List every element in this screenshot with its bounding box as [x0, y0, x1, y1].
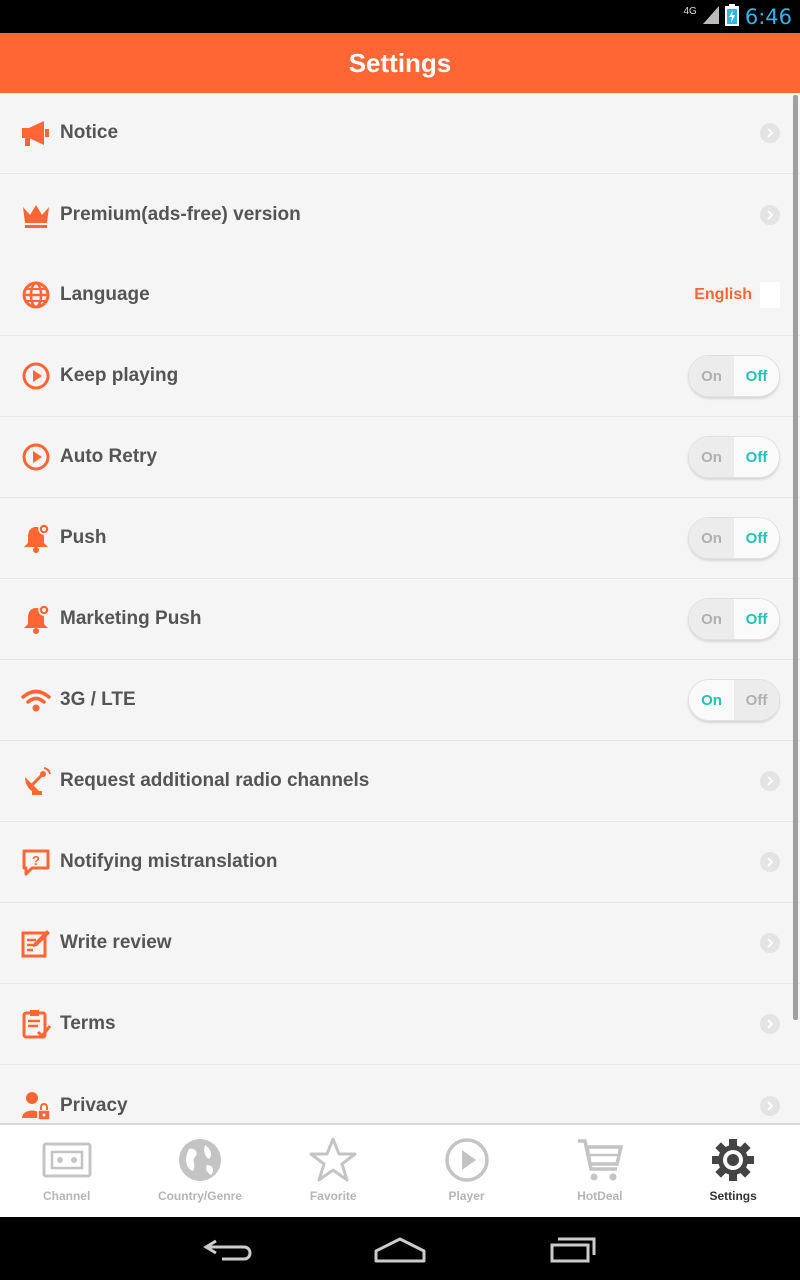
settings-item-request-channels[interactable]: Request additional radio channels	[0, 741, 800, 822]
question-bubble-icon: ?	[20, 846, 52, 878]
wifi-icon	[20, 684, 52, 716]
back-icon	[203, 1239, 252, 1261]
settings-item-notice[interactable]: Notice	[0, 93, 800, 174]
bell-gear-icon	[20, 603, 52, 635]
auto-retry-toggle[interactable]: On Off	[688, 436, 780, 478]
megaphone-icon	[20, 117, 52, 149]
battery-icon	[724, 3, 739, 31]
toggle-on-option[interactable]: On	[689, 599, 734, 639]
settings-item-label: Privacy	[60, 1094, 128, 1116]
keep-playing-toggle[interactable]: On Off	[688, 355, 780, 397]
bottom-tab-bar: Channel Country/Genre Favorite Player Ho…	[0, 1123, 800, 1217]
settings-item-label: Terms	[60, 1013, 116, 1034]
home-icon	[374, 1237, 426, 1263]
settings-item-language[interactable]: Language English	[0, 255, 800, 336]
settings-item-terms[interactable]: Terms	[0, 984, 800, 1065]
svg-text:?: ?	[32, 853, 40, 868]
tab-hotdeal[interactable]: HotDeal	[533, 1125, 666, 1217]
settings-item-label: Auto Retry	[60, 446, 158, 467]
tab-player[interactable]: Player	[400, 1125, 533, 1217]
settings-item-premium[interactable]: Premium(ads-free) version	[0, 174, 800, 255]
push-toggle[interactable]: On Off	[688, 517, 780, 559]
satellite-icon	[20, 765, 52, 797]
tab-settings[interactable]: Settings	[666, 1125, 799, 1217]
toggle-on-option[interactable]: On	[689, 518, 734, 558]
settings-item-label: Keep playing	[60, 365, 179, 386]
play-icon	[442, 1137, 492, 1183]
chevron-right-icon	[760, 204, 780, 225]
toggle-off-option[interactable]: Off	[734, 680, 779, 720]
clock: 6:46	[744, 5, 792, 29]
settings-list[interactable]: Notice Premium(ads-free) version Languag…	[0, 93, 800, 1123]
home-button[interactable]	[370, 1231, 430, 1267]
network-toggle[interactable]: On Off	[688, 679, 780, 721]
user-lock-icon	[20, 1090, 52, 1122]
tab-favorite[interactable]: Favorite	[267, 1125, 400, 1217]
settings-item-keep-playing: Keep playing On Off	[0, 336, 800, 417]
chevron-right-icon	[760, 852, 780, 872]
toggle-off-option[interactable]: Off	[734, 356, 779, 396]
scrollbar[interactable]	[793, 95, 798, 1020]
settings-item-label: Marketing Push	[60, 608, 202, 629]
toggle-off-option[interactable]: Off	[734, 599, 779, 639]
toggle-off-option[interactable]: Off	[734, 437, 779, 477]
settings-item-marketing-push: Marketing Push On Off	[0, 579, 800, 660]
language-value[interactable]: English	[694, 286, 752, 304]
gear-icon	[708, 1137, 758, 1183]
edit-icon	[20, 927, 52, 959]
settings-item-label: 3G / LTE	[60, 689, 136, 710]
chevron-right-icon	[760, 933, 780, 953]
toggle-off-option[interactable]: Off	[734, 518, 779, 558]
settings-item-privacy[interactable]: Privacy	[0, 1065, 800, 1123]
settings-item-label: Push	[60, 527, 107, 548]
tab-country-genre[interactable]: Country/Genre	[133, 1125, 266, 1217]
toggle-on-option[interactable]: On	[689, 437, 734, 477]
settings-item-write-review[interactable]: Write review	[0, 903, 800, 984]
signal-icon	[702, 5, 719, 29]
chevron-right-icon	[760, 1095, 780, 1116]
tab-label: HotDeal	[577, 1189, 623, 1203]
tab-label: Settings	[709, 1189, 757, 1203]
toggle-on-option[interactable]: On	[689, 356, 734, 396]
globe-icon	[20, 279, 52, 311]
tab-label: Country/Genre	[157, 1189, 242, 1203]
language-dropdown[interactable]	[760, 282, 780, 308]
page-title: Settings	[348, 47, 452, 78]
settings-item-label: Notifying mistranslation	[60, 851, 278, 872]
settings-item-push: Push On Off	[0, 498, 800, 579]
tab-channel[interactable]: Channel	[0, 1125, 133, 1217]
tab-label: Player	[448, 1189, 485, 1203]
marketing-push-toggle[interactable]: On Off	[688, 598, 780, 640]
settings-item-mistranslation[interactable]: ? Notifying mistranslation	[0, 822, 800, 903]
play-circle-icon	[20, 360, 52, 392]
recent-apps-button[interactable]	[542, 1231, 602, 1267]
recent-apps-icon	[550, 1237, 596, 1263]
settings-item-label: Request additional radio channels	[60, 770, 370, 791]
play-circle-icon	[20, 441, 52, 473]
status-bar: 4G 6:46	[0, 0, 800, 33]
chevron-right-icon	[760, 771, 780, 791]
crown-icon	[20, 199, 52, 231]
settings-item-auto-retry: Auto Retry On Off	[0, 417, 800, 498]
radio-icon	[42, 1137, 92, 1183]
clipboard-icon	[20, 1008, 52, 1040]
settings-item-label: Language	[60, 284, 150, 305]
bell-gear-icon	[20, 522, 52, 554]
toggle-on-option[interactable]: On	[689, 680, 734, 720]
cart-icon	[575, 1137, 625, 1183]
network-type: 4G	[683, 5, 697, 17]
chevron-right-icon	[760, 1014, 780, 1034]
star-icon	[308, 1137, 358, 1183]
tab-label: Channel	[42, 1189, 91, 1203]
earth-icon	[175, 1137, 225, 1183]
chevron-right-icon	[760, 123, 780, 143]
settings-item-3g-lte: 3G / LTE On Off	[0, 660, 800, 741]
settings-item-label: Write review	[60, 932, 172, 953]
settings-item-label: Notice	[60, 122, 119, 143]
system-navigation-bar	[0, 1217, 800, 1280]
back-button[interactable]	[200, 1231, 260, 1267]
settings-item-label: Premium(ads-free) version	[60, 203, 301, 225]
app-header: Settings	[0, 33, 800, 93]
tab-label: Favorite	[309, 1189, 357, 1203]
